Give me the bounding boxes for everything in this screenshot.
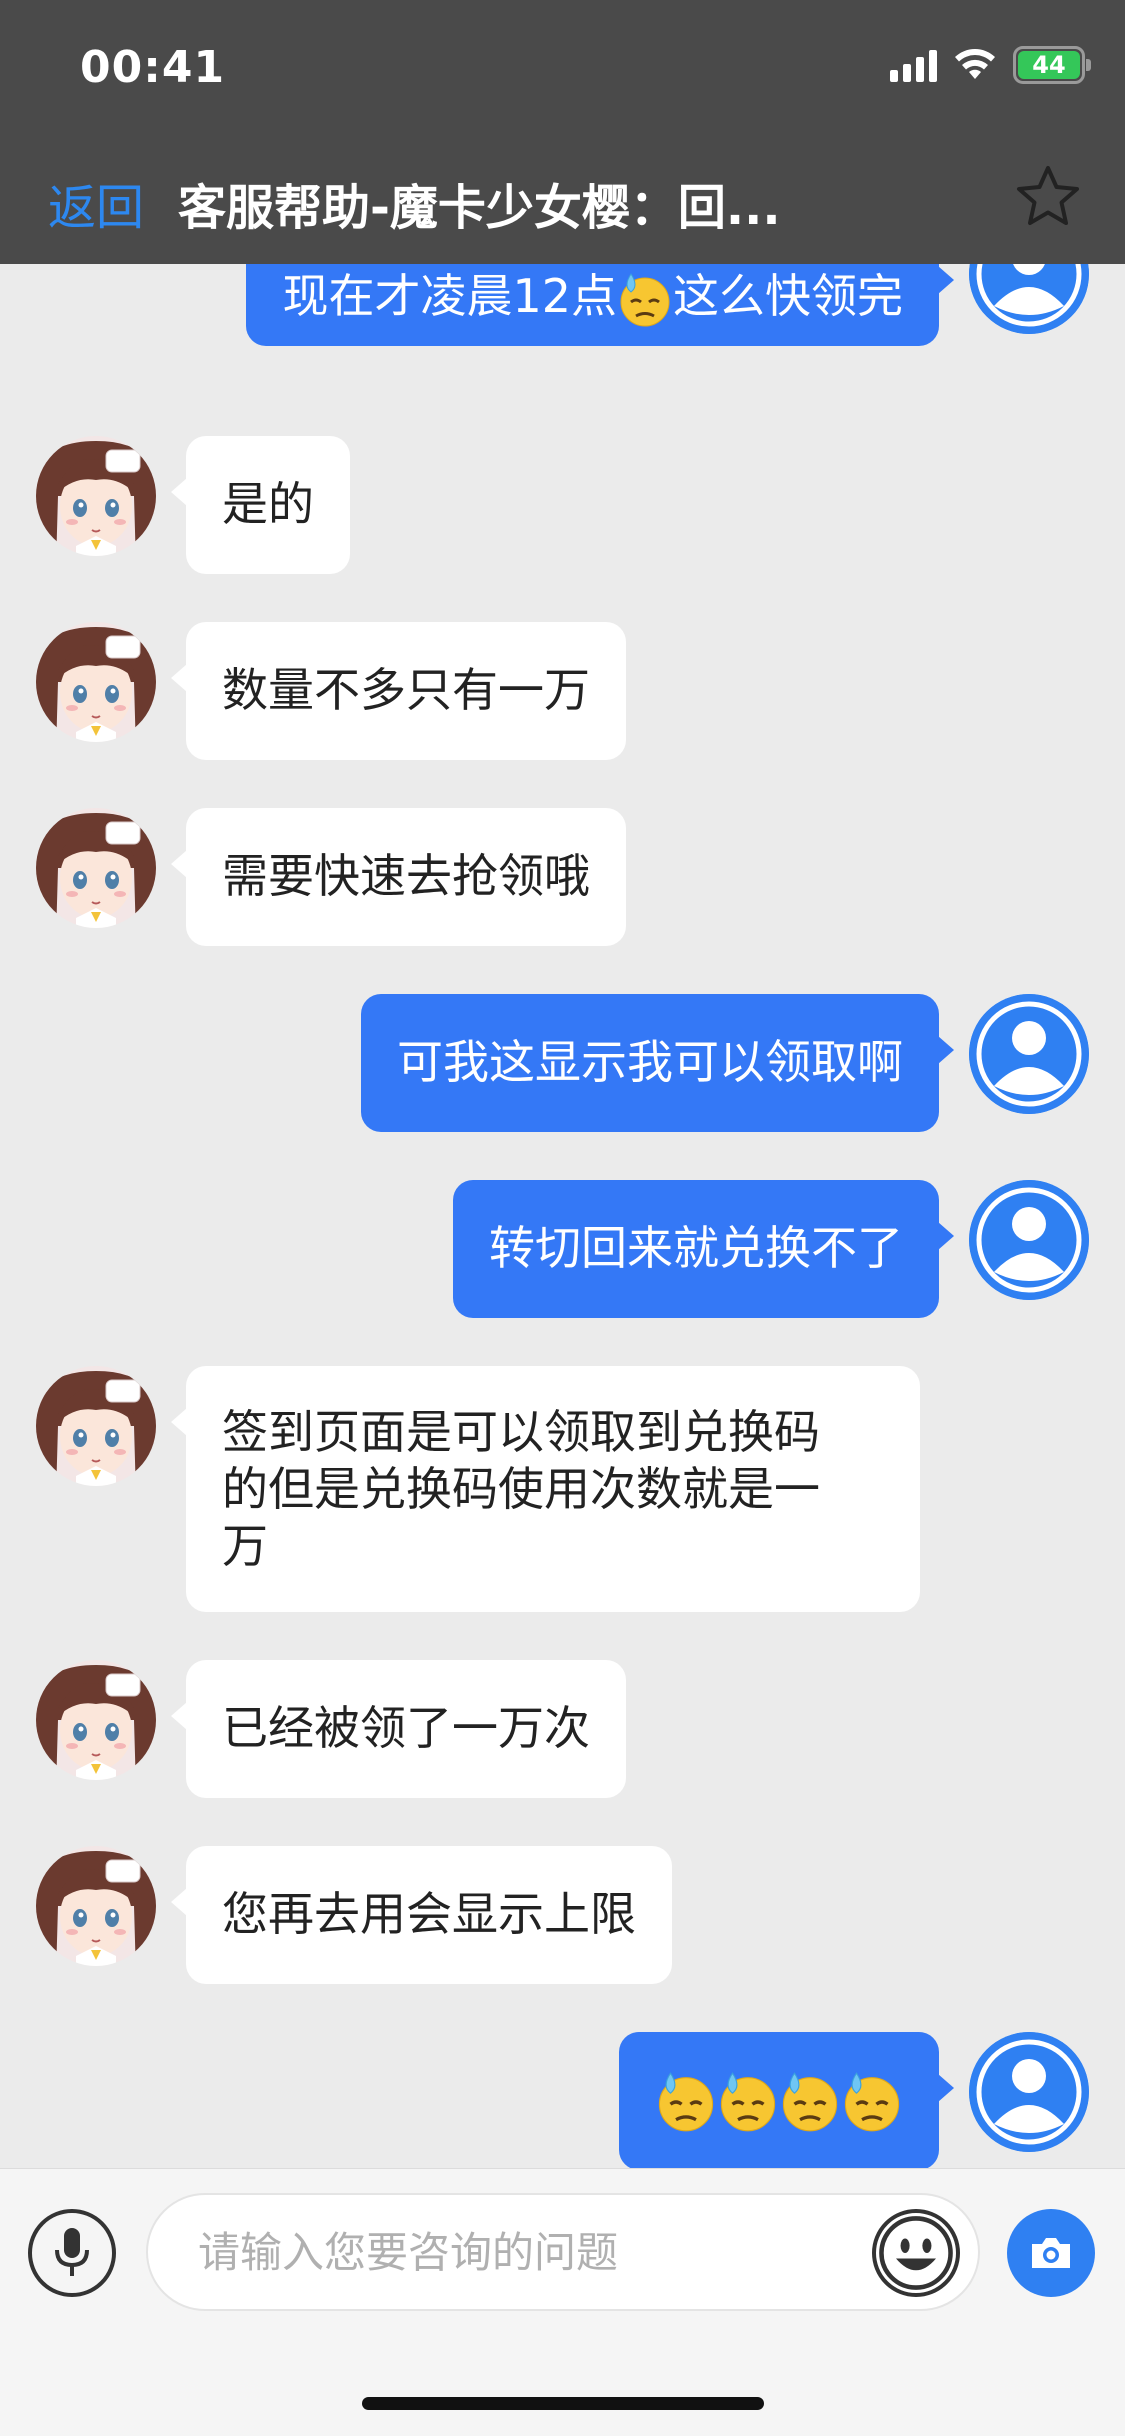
message-bubble-outgoing[interactable]: 可我这显示我可以领取啊 [361,994,954,1132]
wifi-icon [955,49,995,79]
message-bubble-incoming[interactable]: 已经被领了一万次 [171,1660,626,1798]
page-title: 客服帮助-魔卡少女樱：回... [178,180,781,236]
message-bubble-incoming[interactable]: 是的 [171,436,350,574]
message-row: 已经被领了一万次 [0,1660,1125,1800]
user-avatar-icon[interactable] [969,2032,1089,2152]
emoji-sequence [655,2032,903,2133]
message-row: 是的 [0,436,1125,576]
message-row: 您再去用会显示上限 [0,1846,1125,1986]
message-bubble-outgoing[interactable]: 现在才凌晨12点 这么快领完 [246,264,954,346]
message-bubble-outgoing[interactable] [619,2032,954,2168]
downcast-sweat-face-icon [717,2071,779,2133]
smiley-icon[interactable] [872,2209,960,2297]
downcast-sweat-face-icon [655,2071,717,2133]
agent-avatar[interactable] [36,1846,156,1966]
camera-icon [1032,2238,1070,2268]
agent-avatar[interactable] [36,1660,156,1780]
message-text: 需要快速去抢领哦 [222,849,590,903]
message-line: 的但是兑换码使用次数就是一 [222,1462,820,1516]
star-icon[interactable] [1013,162,1083,232]
downcast-sweat-face-icon [779,2071,841,2133]
message-line: 签到页面是可以领取到兑换码 [222,1405,820,1459]
agent-avatar[interactable] [36,436,156,556]
agent-avatar[interactable] [36,622,156,742]
message-row: 签到页面是可以领取到兑换码 的但是兑换码使用次数就是一 万 [0,1366,1125,1614]
message-text: 可我这显示我可以领取啊 [397,1035,903,1089]
message-bubble-incoming[interactable]: 您再去用会显示上限 [171,1846,672,1984]
user-avatar-icon[interactable] [969,264,1089,334]
message-text: 这么快领完 [673,269,903,323]
chat-area[interactable]: 现在才凌晨12点 这么快领完 是的 数量不多只有一万 需要快速去抢领哦 可我这显示… [0,264,1125,2168]
agent-avatar[interactable] [36,808,156,928]
agent-avatar[interactable] [36,1366,156,1486]
message-row: 数量不多只有一万 [0,622,1125,762]
message-input[interactable] [198,2195,798,2309]
status-time: 00:41 [80,42,226,93]
message-text: 现在才凌晨12点 [282,269,617,323]
input-bar [0,2168,1125,2436]
downcast-sweat-face-icon [617,272,673,328]
battery-icon: 44 [1013,46,1091,84]
message-bubble-incoming[interactable]: 数量不多只有一万 [171,622,626,760]
voice-input-button[interactable] [28,2209,116,2297]
user-avatar-icon[interactable] [969,994,1089,1114]
microphone-icon [55,2228,89,2276]
message-line: 万 [222,1519,268,1573]
message-bubble-incoming[interactable]: 签到页面是可以领取到兑换码 的但是兑换码使用次数就是一 万 [171,1366,920,1612]
battery-level: 44 [1018,51,1080,79]
back-button[interactable]: 返回 [48,168,144,238]
message-text: 数量不多只有一万 [222,663,590,717]
message-text: 已经被领了一万次 [222,1701,590,1755]
message-bubble-incoming[interactable]: 需要快速去抢领哦 [171,808,626,946]
cellular-signal-icon [890,48,937,82]
message-row: 需要快速去抢领哦 [0,808,1125,948]
camera-button[interactable] [1007,2209,1095,2297]
message-input-wrapper [146,2193,980,2311]
message-text: 是的 [222,477,314,531]
message-text: 转切回来就兑换不了 [489,1221,903,1275]
message-row: 可我这显示我可以领取啊 [0,994,1125,1134]
message-row: 现在才凌晨12点 这么快领完 [0,264,1125,386]
home-indicator[interactable] [362,2397,764,2410]
user-avatar-icon[interactable] [969,1180,1089,1300]
message-row: 转切回来就兑换不了 [0,1180,1125,1320]
message-text: 您再去用会显示上限 [222,1887,636,1941]
downcast-sweat-face-icon [841,2071,903,2133]
top-bar: 00:41 44 返回 客服帮助-魔卡少女樱：回... [0,0,1125,264]
message-bubble-outgoing[interactable]: 转切回来就兑换不了 [453,1180,954,1318]
status-indicators: 44 [890,46,1091,84]
message-row [0,2032,1125,2168]
